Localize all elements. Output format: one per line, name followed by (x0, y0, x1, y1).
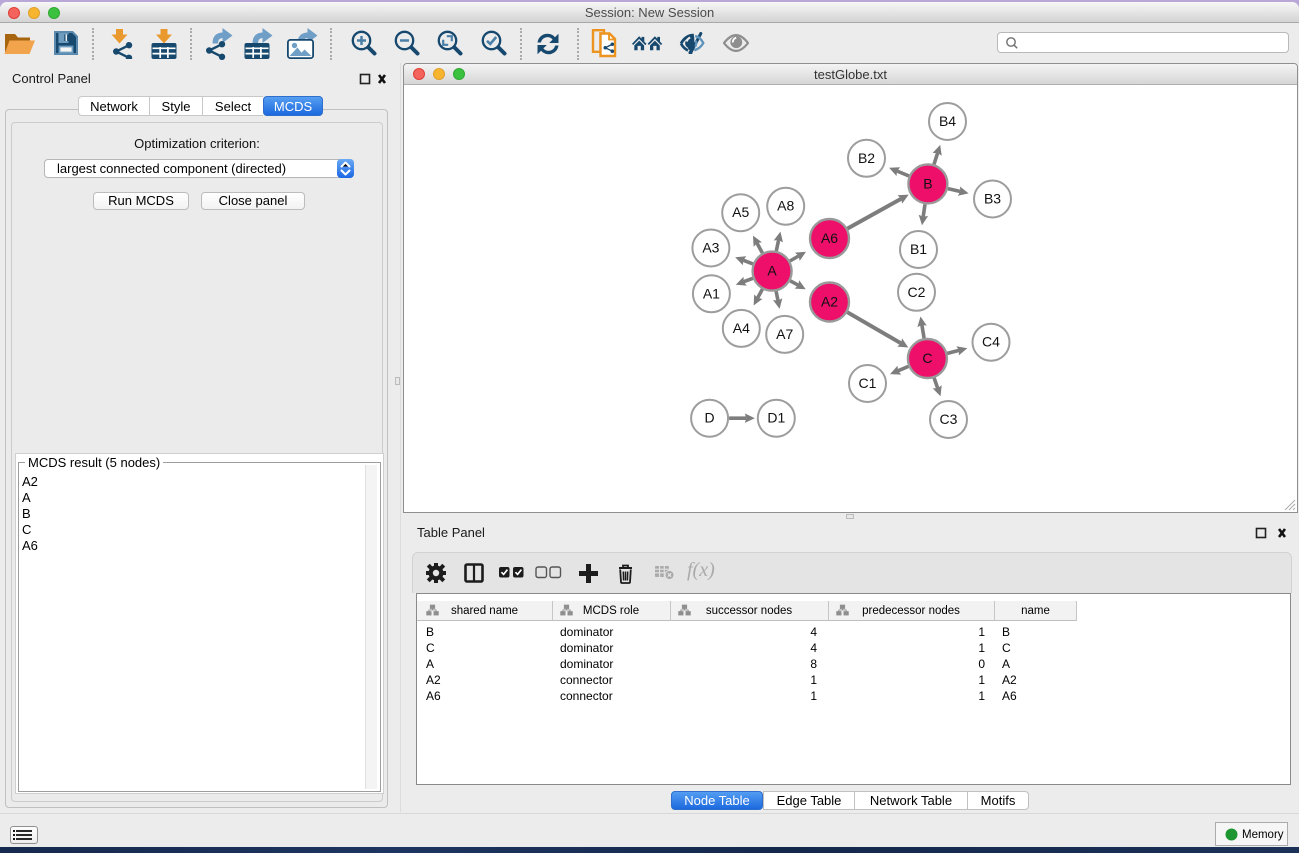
svg-text:A8: A8 (777, 198, 794, 214)
svg-text:A3: A3 (702, 240, 719, 256)
svg-text:B3: B3 (984, 191, 1001, 207)
svg-text:C3: C3 (940, 411, 958, 427)
svg-text:D: D (705, 410, 715, 426)
svg-text:D1: D1 (767, 410, 785, 426)
svg-text:A7: A7 (776, 326, 793, 342)
svg-text:A6: A6 (821, 230, 838, 246)
svg-text:C4: C4 (982, 334, 1000, 350)
svg-text:C1: C1 (859, 375, 877, 391)
svg-text:B: B (923, 175, 932, 191)
svg-text:A1: A1 (703, 285, 720, 301)
svg-text:C2: C2 (908, 284, 926, 300)
svg-text:C: C (922, 350, 932, 366)
svg-text:B4: B4 (939, 113, 956, 129)
svg-text:B2: B2 (858, 150, 875, 166)
svg-text:A4: A4 (733, 320, 750, 336)
svg-text:A2: A2 (821, 294, 838, 310)
svg-text:A: A (767, 263, 777, 279)
svg-text:B1: B1 (910, 241, 927, 257)
svg-text:A5: A5 (732, 204, 749, 220)
